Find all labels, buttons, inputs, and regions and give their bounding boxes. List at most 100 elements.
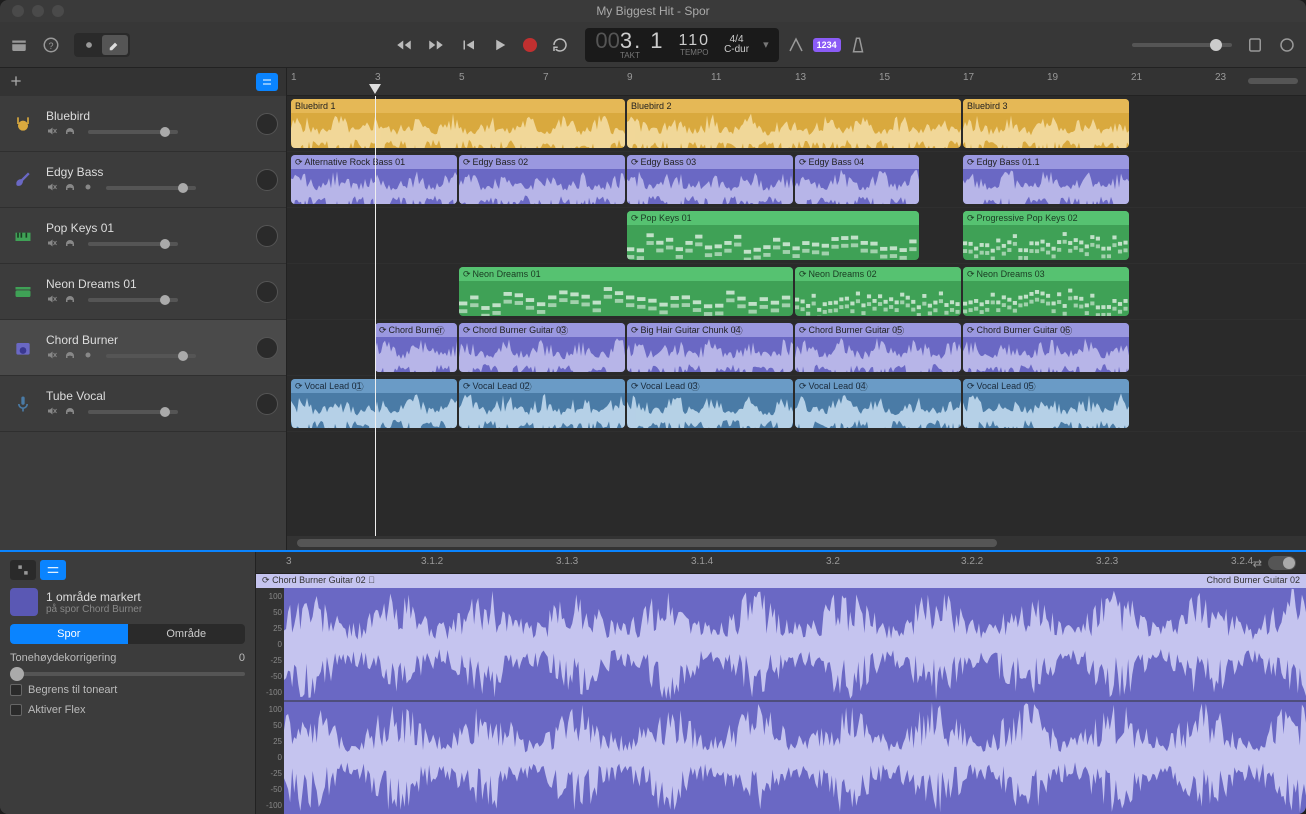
region[interactable]: Bluebird 2 <box>627 99 961 148</box>
input-monitor-icon[interactable] <box>82 349 96 363</box>
headphones-icon[interactable] <box>64 405 78 419</box>
region[interactable]: ⟳Chord Burner ⃝ <box>375 323 457 372</box>
editor-tab-region-icon[interactable] <box>10 560 36 580</box>
region[interactable]: ⟳Neon Dreams 03 <box>963 267 1129 316</box>
editor-mode-spor[interactable]: Spor <box>10 624 128 644</box>
zoom-scroller[interactable] <box>1248 78 1298 84</box>
timeline-ruler[interactable]: 1357911131517192123 <box>287 68 1306 96</box>
master-volume-slider[interactable] <box>1132 43 1232 47</box>
region[interactable]: ⟳Chord Burner Guitar 03 ⃝ <box>459 323 625 372</box>
track-header[interactable]: Tube Vocal <box>0 376 286 432</box>
mute-icon[interactable] <box>46 405 60 419</box>
horizontal-scrollbar[interactable] <box>287 536 1306 550</box>
editor-mode-omrade[interactable]: Område <box>128 624 246 644</box>
region[interactable]: ⟳Vocal Lead 02 ⃝ <box>459 379 625 428</box>
region[interactable]: ⟳Vocal Lead 01 ⃝ <box>291 379 457 428</box>
view-controls-icon[interactable] <box>76 35 102 55</box>
editor-ruler[interactable]: ⇄ 33.1.23.1.33.1.43.23.2.23.2.33.2.4 <box>256 552 1306 574</box>
cycle-icon[interactable] <box>551 36 569 54</box>
help-icon[interactable]: ? <box>42 36 60 54</box>
region[interactable]: ⟳Vocal Lead 04 ⃝ <box>795 379 961 428</box>
arrange-lane[interactable]: ⟳Vocal Lead 01 ⃝⟳Vocal Lead 02 ⃝⟳Vocal L… <box>287 376 1306 432</box>
track-volume-slider[interactable] <box>88 130 178 134</box>
region[interactable]: ⟳Neon Dreams 02 <box>795 267 961 316</box>
add-track-button[interactable] <box>8 73 26 91</box>
region[interactable]: ⟳Vocal Lead 03 ⃝ <box>627 379 793 428</box>
region[interactable]: ⟳Edgy Bass 04 <box>795 155 919 204</box>
track-instrument-icon[interactable] <box>8 221 38 251</box>
track-instrument-icon[interactable] <box>8 333 38 363</box>
track-instrument-icon[interactable] <box>8 165 38 195</box>
track-volume-slider[interactable] <box>106 186 196 190</box>
mute-icon[interactable] <box>46 349 60 363</box>
record-button[interactable] <box>523 38 537 52</box>
mute-icon[interactable] <box>46 237 60 251</box>
region[interactable]: ⟳Chord Burner Guitar 06 ⃝ <box>963 323 1129 372</box>
track-instrument-icon[interactable] <box>8 389 38 419</box>
track-header[interactable]: Neon Dreams 01 <box>0 264 286 320</box>
track-header[interactable]: Bluebird <box>0 96 286 152</box>
lcd-display[interactable]: 003. 1Takt 110Tempo 4/4C-dur ▾ <box>585 28 778 62</box>
pan-knob[interactable] <box>256 113 278 135</box>
rewind-icon[interactable] <box>395 36 413 54</box>
track-header[interactable]: Edgy Bass <box>0 152 286 208</box>
region[interactable]: ⟳Edgy Bass 03 <box>627 155 793 204</box>
editor-region[interactable]: ⟳ Chord Burner Guitar 02 ⃝ Chord Burner … <box>256 574 1306 814</box>
region[interactable]: ⟳Chord Burner Guitar 05 ⃝ <box>795 323 961 372</box>
arrange-lane[interactable]: ⟳Alternative Rock Bass 01⟳Edgy Bass 02⟳E… <box>287 152 1306 208</box>
snap-icon[interactable]: ⇄ <box>1253 557 1262 570</box>
region[interactable]: ⟳Big Hair Guitar Chunk 04 ⃝ <box>627 323 793 372</box>
headphones-icon[interactable] <box>64 181 78 195</box>
pan-knob[interactable] <box>256 225 278 247</box>
region[interactable]: ⟳Edgy Bass 02 <box>459 155 625 204</box>
library-icon[interactable] <box>10 36 28 54</box>
region[interactable]: Bluebird 3 <box>963 99 1129 148</box>
region[interactable]: ⟳Vocal Lead 05 ⃝ <box>963 379 1129 428</box>
pan-knob[interactable] <box>256 281 278 303</box>
arrange-lane[interactable]: Bluebird 1Bluebird 2Bluebird 3 <box>287 96 1306 152</box>
arrange-lane[interactable]: ⟳Pop Keys 01 ⟳Progressive Pop Keys 02 <box>287 208 1306 264</box>
region[interactable]: ⟳Progressive Pop Keys 02 <box>963 211 1129 260</box>
track-volume-slider[interactable] <box>106 354 196 358</box>
headphones-icon[interactable] <box>64 293 78 307</box>
playhead-line[interactable] <box>375 96 376 536</box>
pitch-correction-slider[interactable] <box>10 672 245 676</box>
metronome-icon[interactable] <box>849 36 867 54</box>
pan-knob[interactable] <box>256 337 278 359</box>
arrange-area[interactable]: 1357911131517192123 Bluebird 1Bluebird 2… <box>287 68 1306 550</box>
headphones-icon[interactable] <box>64 125 78 139</box>
pan-knob[interactable] <box>256 393 278 415</box>
region[interactable]: ⟳Pop Keys 01 <box>627 211 919 260</box>
count-in-badge[interactable]: 1234 <box>813 38 841 52</box>
input-monitor-icon[interactable] <box>82 181 96 195</box>
editor-tab-track-icon[interactable] <box>40 560 66 580</box>
loops-browser-icon[interactable] <box>1278 36 1296 54</box>
go-to-start-icon[interactable] <box>459 36 477 54</box>
track-header-config-icon[interactable] <box>256 73 278 91</box>
view-edit-icon[interactable] <box>102 35 128 55</box>
arrange-lane[interactable]: ⟳Chord Burner ⃝⟳Chord Burner Guitar 03 ⃝… <box>287 320 1306 376</box>
region[interactable]: Bluebird 1 <box>291 99 625 148</box>
mute-icon[interactable] <box>46 293 60 307</box>
region[interactable]: ⟳Neon Dreams 01 <box>459 267 793 316</box>
snap-toggle[interactable] <box>1268 556 1296 570</box>
checkbox-enable-flex[interactable]: Aktiver Flex <box>10 704 245 716</box>
headphones-icon[interactable] <box>64 237 78 251</box>
tuner-icon[interactable] <box>787 36 805 54</box>
region[interactable]: ⟳Edgy Bass 01.1 <box>963 155 1129 204</box>
track-volume-slider[interactable] <box>88 410 178 414</box>
pan-knob[interactable] <box>256 169 278 191</box>
region[interactable]: ⟳Alternative Rock Bass 01 <box>291 155 457 204</box>
mute-icon[interactable] <box>46 181 60 195</box>
playhead-marker[interactable] <box>369 84 381 94</box>
notepad-icon[interactable] <box>1246 36 1264 54</box>
track-instrument-icon[interactable] <box>8 277 38 307</box>
editor-mode-segment[interactable]: Spor Område <box>10 624 245 644</box>
track-header[interactable]: Pop Keys 01 <box>0 208 286 264</box>
play-icon[interactable] <box>491 36 509 54</box>
track-volume-slider[interactable] <box>88 242 178 246</box>
arrange-lane[interactable]: ⟳Neon Dreams 01⟳Neon Dreams 02⟳Neon Drea… <box>287 264 1306 320</box>
view-toggle[interactable] <box>74 33 130 57</box>
headphones-icon[interactable] <box>64 349 78 363</box>
checkbox-limit-key[interactable]: Begrens til toneart <box>10 684 245 696</box>
